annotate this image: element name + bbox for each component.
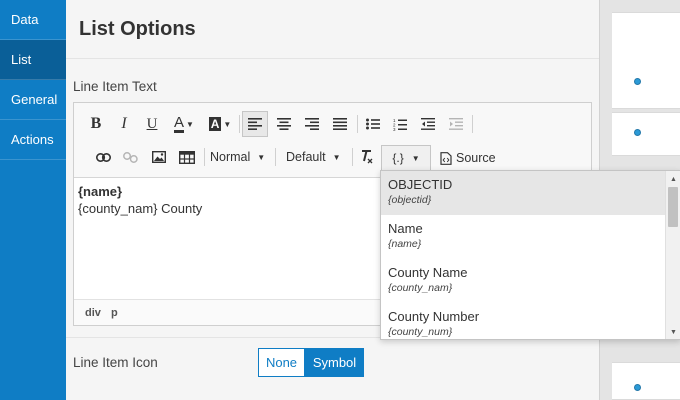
dropdown-item-name-field[interactable]: Name {name} [381, 215, 665, 259]
decrease-indent-icon [421, 118, 435, 130]
path-item-div[interactable]: div [85, 307, 101, 319]
toolbar-separator [357, 115, 358, 133]
svg-text:3: 3 [393, 127, 396, 131]
dropdown-item-objectid[interactable]: OBJECTID {objectid} [381, 171, 665, 215]
dropdown-item-county-name[interactable]: County Name {county_nam} [381, 259, 665, 303]
align-center-icon [277, 118, 291, 130]
list-item[interactable] [612, 112, 680, 156]
line-item-text-label: Line Item Text [73, 79, 157, 94]
icon-none-option[interactable]: None [258, 348, 305, 377]
italic-button[interactable]: I [113, 111, 135, 137]
align-justify-icon [333, 118, 347, 130]
align-left-icon [248, 118, 262, 130]
divider [66, 58, 599, 59]
bold-icon: B [90, 115, 102, 132]
sidebar-item-data[interactable]: Data [0, 0, 66, 40]
link-button[interactable] [90, 144, 116, 170]
format-select-value: Normal [210, 150, 251, 164]
dropdown-item-county-number[interactable]: County Number {county_num} [381, 303, 665, 339]
dropdown-item-field: {name} [388, 238, 422, 250]
highlight-color-icon: A [208, 117, 222, 131]
size-select-value: Default [286, 150, 326, 164]
size-select[interactable]: Default ▼ [286, 144, 341, 170]
chevron-down-icon: ▼ [332, 152, 341, 162]
editor-line-2: {county_nam} County [78, 201, 203, 216]
toolbar-separator [472, 115, 473, 133]
align-center-button[interactable] [271, 111, 297, 137]
sidebar-item-actions[interactable]: Actions [0, 120, 66, 160]
link-icon [95, 152, 111, 162]
dropdown-item-name: Name [388, 221, 423, 236]
dropdown-item-name: OBJECTID [388, 177, 453, 192]
underline-button[interactable]: U [141, 111, 163, 137]
numbered-list-button[interactable]: 123 [387, 111, 413, 137]
toolbar-separator [239, 115, 240, 133]
align-right-icon [305, 118, 319, 130]
list-item[interactable] [612, 12, 680, 109]
chevron-down-icon: ▼ [223, 119, 232, 129]
toolbar-separator [204, 148, 205, 166]
underline-icon: U [146, 115, 158, 132]
unlink-button[interactable] [117, 144, 143, 170]
font-color-button[interactable]: A ▼ [169, 111, 199, 137]
toolbar-separator [352, 148, 353, 166]
line-item-icon-label: Line Item Icon [73, 355, 158, 370]
italic-icon: I [121, 115, 127, 132]
placeholder-icon: {.} [392, 151, 404, 165]
icon-symbol-option[interactable]: Symbol [305, 348, 364, 377]
placeholder-menu-button[interactable]: {.} ▼ [381, 145, 431, 171]
format-select[interactable]: Normal ▼ [210, 144, 265, 170]
scrollbar-thumb[interactable] [668, 187, 678, 227]
sidebar: Data List General Actions [0, 0, 66, 400]
chevron-down-icon: ▼ [257, 152, 266, 162]
sidebar-item-list[interactable]: List [0, 40, 66, 80]
image-icon [152, 151, 166, 163]
unlink-icon [122, 151, 138, 163]
source-button[interactable]: Source [440, 145, 496, 171]
editor-line-1: {name} [78, 184, 123, 199]
page-title: List Options [79, 18, 196, 40]
font-color-icon: A [174, 113, 185, 133]
align-justify-button[interactable] [327, 111, 353, 137]
marker-icon [634, 384, 641, 391]
bulleted-list-button[interactable] [360, 111, 386, 137]
numbered-list-icon: 123 [393, 118, 407, 131]
placeholder-dropdown: OBJECTID {objectid} Name {name} County N… [380, 170, 680, 340]
path-item-p[interactable]: p [111, 307, 118, 319]
remove-format-button[interactable] [355, 144, 379, 170]
dropdown-item-field: {objectid} [388, 194, 432, 206]
chevron-down-icon: ▼ [186, 119, 194, 129]
editor-toolbar: B I U A ▼ A ▼ 1 2 3 Normal ▼ Default ▼ {… [74, 103, 591, 178]
remove-format-icon [362, 150, 373, 164]
marker-icon [634, 78, 641, 85]
list-item[interactable] [612, 362, 680, 400]
align-right-button[interactable] [299, 111, 325, 137]
dropdown-item-name: County Name [388, 265, 468, 280]
sidebar-item-general[interactable]: General [0, 80, 66, 120]
dropdown-scrollbar[interactable]: ▲ ▼ [665, 171, 680, 339]
scroll-up-icon[interactable]: ▲ [666, 172, 680, 186]
toolbar-separator [275, 148, 276, 166]
editor-content[interactable]: {name} {county_nam} County [78, 183, 202, 217]
dropdown-item-field: {county_nam} [388, 282, 453, 294]
dropdown-item-name: County Number [388, 309, 480, 324]
dropdown-item-field: {county_num} [388, 326, 453, 338]
scroll-down-icon[interactable]: ▼ [666, 325, 680, 339]
chevron-down-icon: ▼ [411, 153, 420, 163]
table-icon [179, 150, 195, 164]
increase-indent-icon [449, 118, 463, 130]
image-button[interactable] [146, 144, 172, 170]
marker-icon [634, 129, 641, 136]
highlight-color-button[interactable]: A ▼ [204, 111, 236, 137]
source-icon [440, 151, 452, 165]
increase-indent-button[interactable] [443, 111, 469, 137]
bulleted-list-icon [366, 118, 380, 130]
bold-button[interactable]: B [85, 111, 107, 137]
source-label: Source [456, 151, 496, 165]
decrease-indent-button[interactable] [415, 111, 441, 137]
align-left-button[interactable] [242, 111, 268, 137]
table-button[interactable] [174, 144, 200, 170]
